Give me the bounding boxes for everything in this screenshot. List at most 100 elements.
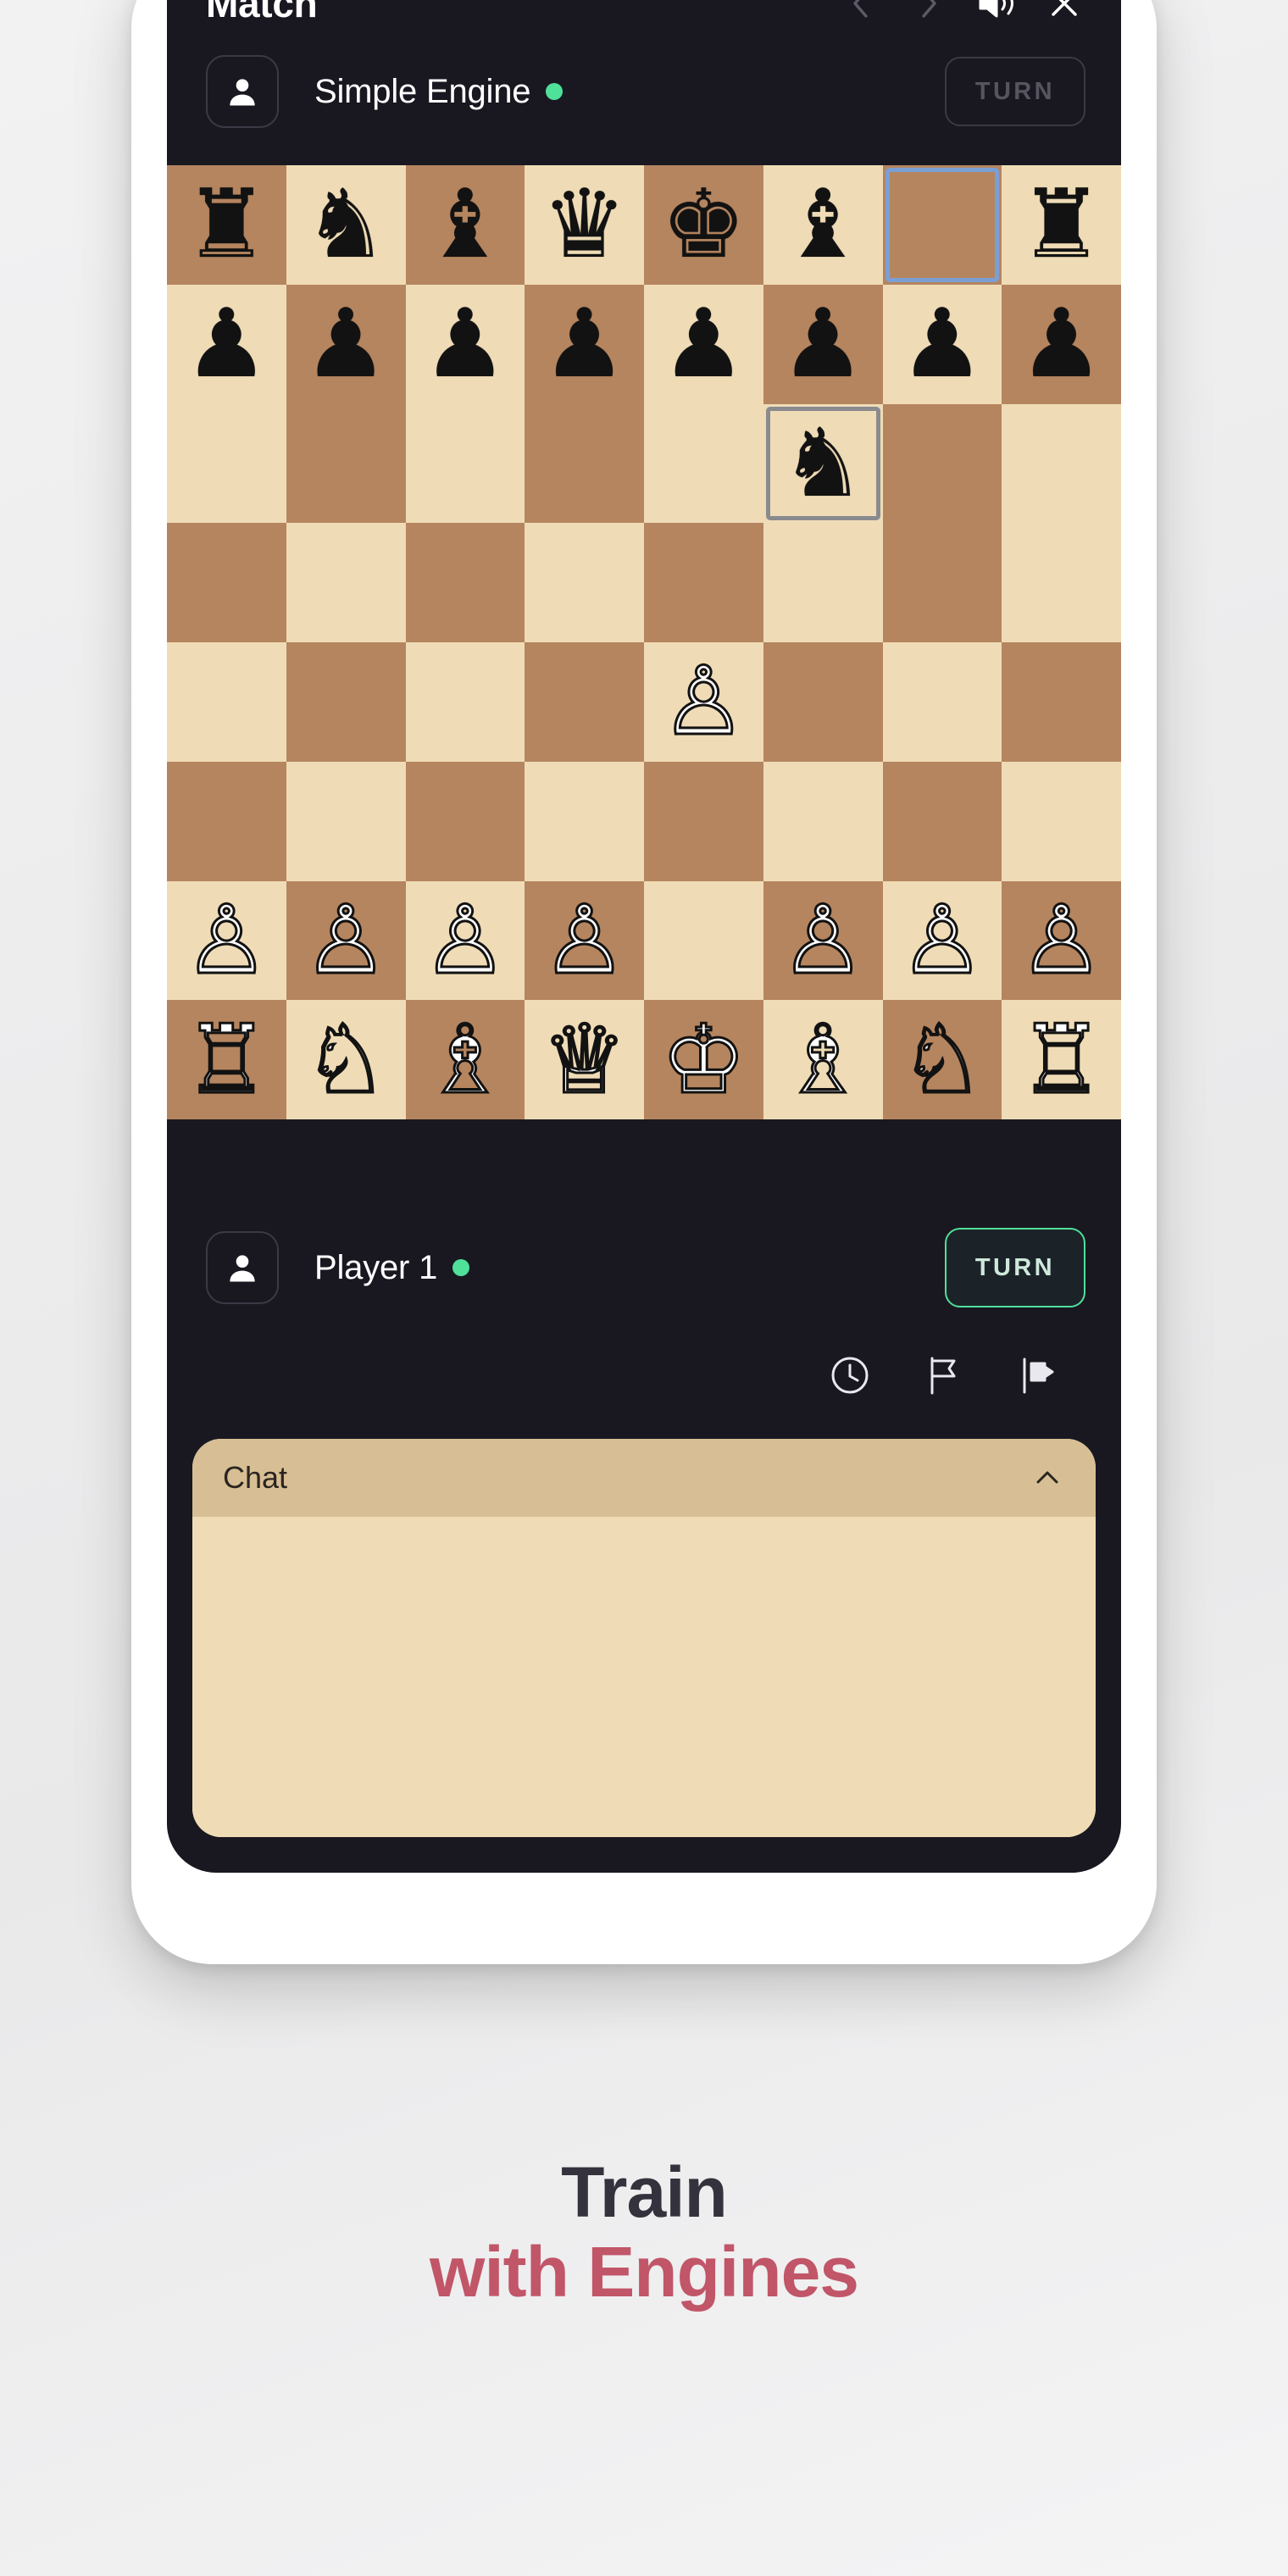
board-square[interactable] — [525, 403, 644, 524]
chess-piece[interactable]: ♗ — [779, 1011, 866, 1108]
board-square[interactable] — [167, 642, 286, 762]
chess-piece[interactable]: ♙ — [183, 891, 270, 989]
chess-piece[interactable]: ♖ — [183, 1011, 270, 1108]
board-square[interactable]: ♗ — [405, 1000, 525, 1119]
chess-piece[interactable]: ♟ — [661, 297, 746, 391]
chess-piece[interactable]: ♙ — [779, 891, 866, 989]
board-square[interactable]: ♜ — [1002, 165, 1121, 285]
chess-piece[interactable]: ♘ — [302, 1011, 389, 1108]
board-square[interactable] — [763, 642, 883, 762]
board-square[interactable]: ♙ — [1002, 880, 1121, 1001]
chess-piece[interactable]: ♗ — [421, 1011, 508, 1108]
board-square[interactable] — [1002, 523, 1121, 642]
close-icon[interactable] — [1045, 0, 1084, 23]
board-square[interactable] — [644, 403, 763, 524]
chess-board[interactable]: ♜ ♞ ♝ ♛ ♚ ♝ ♜ ♟ ♟ ♟ ♟ ♟ ♟ ♟ ♟ ♞ ♙ ♙ ♙ ♙ ♙ ♙ ♙ ♙ ♖ ♘ ♗ ♕ ♔ ♗ ♘ ♖ — [167, 165, 1121, 1119]
board-square[interactable]: ♙ — [286, 880, 406, 1001]
board-square[interactable] — [286, 642, 406, 762]
chess-piece[interactable]: ♜ — [184, 177, 269, 272]
board-square[interactable]: ♙ — [763, 880, 883, 1001]
chat-header[interactable]: Chat — [192, 1439, 1096, 1517]
chess-piece[interactable]: ♙ — [660, 652, 747, 750]
board-square[interactable]: ♟ — [525, 284, 644, 404]
chess-piece[interactable]: ♞ — [780, 415, 865, 511]
chess-piece[interactable]: ♔ — [660, 1011, 747, 1108]
board-square[interactable] — [405, 761, 525, 881]
board-square[interactable] — [167, 523, 286, 642]
board-square[interactable] — [525, 642, 644, 762]
board-square[interactable] — [763, 761, 883, 881]
chess-piece[interactable]: ♘ — [898, 1011, 985, 1108]
board-square[interactable] — [525, 761, 644, 881]
board-square[interactable] — [763, 523, 883, 642]
board-square[interactable]: ♟ — [763, 284, 883, 404]
board-square[interactable]: ♜ — [167, 165, 286, 285]
chess-piece[interactable]: ♙ — [1018, 891, 1105, 989]
board-square[interactable] — [644, 880, 763, 1001]
board-square[interactable]: ♘ — [286, 1000, 406, 1119]
board-square[interactable]: ♟ — [644, 284, 763, 404]
board-square[interactable] — [405, 642, 525, 762]
board-square[interactable]: ♟ — [405, 284, 525, 404]
board-square[interactable]: ♙ — [882, 880, 1002, 1001]
chess-piece[interactable]: ♕ — [541, 1011, 628, 1108]
board-square[interactable] — [882, 642, 1002, 762]
board-square[interactable]: ♗ — [763, 1000, 883, 1119]
sound-icon[interactable] — [977, 0, 1016, 23]
offer-draw-icon[interactable] — [1014, 1353, 1058, 1397]
board-square[interactable]: ♖ — [167, 1000, 286, 1119]
board-square[interactable]: ♚ — [644, 165, 763, 285]
board-square[interactable] — [882, 165, 1002, 285]
board-square[interactable]: ♙ — [525, 880, 644, 1001]
next-move-icon[interactable] — [909, 0, 948, 23]
board-square[interactable] — [1002, 761, 1121, 881]
board-square[interactable] — [525, 523, 644, 642]
opponent-turn-badge[interactable]: TURN — [944, 57, 1085, 126]
chess-piece[interactable]: ♞ — [303, 177, 388, 272]
board-square[interactable]: ♛ — [525, 165, 644, 285]
chevron-up-icon[interactable] — [1030, 1460, 1065, 1496]
chess-piece[interactable]: ♙ — [541, 891, 628, 989]
chess-piece[interactable]: ♝ — [780, 177, 865, 272]
chess-piece[interactable]: ♜ — [1019, 177, 1103, 272]
board-square[interactable]: ♖ — [1002, 1000, 1121, 1119]
chess-piece[interactable]: ♟ — [1019, 297, 1103, 391]
board-square[interactable] — [286, 761, 406, 881]
chess-piece[interactable]: ♙ — [302, 891, 389, 989]
chess-piece[interactable]: ♛ — [541, 177, 626, 272]
chess-piece[interactable]: ♙ — [898, 891, 985, 989]
chess-piece[interactable]: ♟ — [423, 297, 508, 391]
board-square[interactable] — [644, 523, 763, 642]
board-square[interactable] — [167, 761, 286, 881]
board-square[interactable]: ♝ — [405, 165, 525, 285]
board-square[interactable]: ♙ — [405, 880, 525, 1001]
board-square[interactable]: ♟ — [1002, 284, 1121, 404]
chess-piece[interactable]: ♙ — [421, 891, 508, 989]
board-square[interactable] — [286, 523, 406, 642]
opponent-avatar[interactable] — [206, 55, 279, 128]
board-square[interactable] — [882, 761, 1002, 881]
prev-move-icon[interactable] — [841, 0, 880, 23]
board-square[interactable] — [644, 761, 763, 881]
board-square[interactable]: ♟ — [167, 284, 286, 404]
board-square[interactable]: ♘ — [882, 1000, 1002, 1119]
board-square[interactable] — [1002, 642, 1121, 762]
board-square[interactable]: ♟ — [882, 284, 1002, 404]
board-square[interactable]: ♟ — [286, 284, 406, 404]
chess-piece[interactable]: ♝ — [423, 177, 508, 272]
chess-piece[interactable]: ♖ — [1018, 1011, 1105, 1108]
board-square[interactable] — [882, 403, 1002, 524]
board-square[interactable]: ♔ — [644, 1000, 763, 1119]
board-square[interactable] — [405, 523, 525, 642]
board-square[interactable]: ♞ — [763, 403, 883, 524]
board-square[interactable]: ♙ — [167, 880, 286, 1001]
board-square[interactable] — [882, 523, 1002, 642]
chess-piece[interactable]: ♟ — [184, 297, 269, 391]
flag-icon[interactable] — [921, 1353, 965, 1397]
chess-piece[interactable]: ♟ — [541, 297, 626, 391]
self-avatar[interactable] — [206, 1231, 279, 1304]
board-square[interactable] — [1002, 403, 1121, 524]
chess-piece[interactable]: ♟ — [780, 297, 865, 391]
chat-message-list[interactable] — [192, 1517, 1096, 1837]
chess-piece[interactable]: ♟ — [900, 297, 985, 391]
